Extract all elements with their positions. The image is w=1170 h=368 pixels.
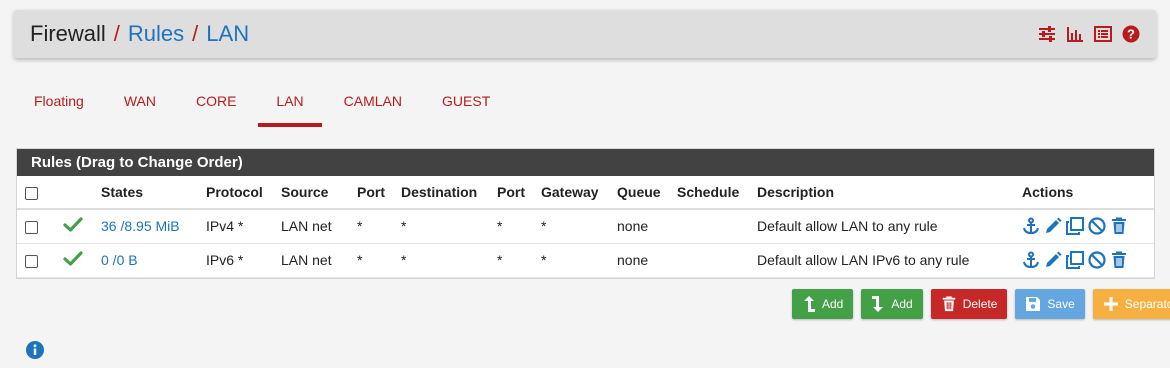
dest-port-cell: *: [489, 243, 533, 278]
breadcrumb: Firewall / Rules / LAN: [30, 21, 249, 47]
breadcrumb-separator: /: [192, 21, 199, 46]
row-select-cell: [17, 209, 55, 244]
help-icon[interactable]: ?: [1122, 25, 1140, 43]
row-checkbox[interactable]: [25, 221, 38, 235]
rules-panel: Rules (Drag to Change Order) States Prot…: [16, 148, 1155, 279]
plus-icon: [1103, 296, 1119, 312]
destination-cell: *: [393, 209, 489, 244]
edit-pencil-icon[interactable]: [1044, 217, 1062, 235]
rules-table: States Protocol Source Port Destination …: [17, 176, 1154, 278]
dest-port-cell: *: [489, 209, 533, 244]
tab-floating[interactable]: Floating: [16, 80, 102, 127]
breadcrumb-rules-link[interactable]: Rules: [128, 21, 184, 47]
arrow-down-icon: [871, 295, 885, 313]
header-icons: ?: [1038, 25, 1140, 43]
destination-cell: *: [393, 243, 489, 278]
column-header-protocol[interactable]: Protocol: [198, 176, 273, 210]
actions-cell: [1014, 243, 1154, 278]
status-cell: [55, 243, 93, 278]
states-cell: 36 /8.95 MiB: [93, 209, 198, 244]
status-header: [55, 176, 93, 210]
add-bottom-label: Add: [891, 297, 913, 311]
trash-icon[interactable]: [1110, 217, 1128, 235]
protocol-cell: IPv6 *: [198, 243, 273, 278]
tab-lan[interactable]: LAN: [258, 80, 322, 127]
panel-title: Rules (Drag to Change Order): [17, 149, 1154, 176]
column-header-source[interactable]: Source: [273, 176, 349, 210]
disable-ban-icon[interactable]: [1088, 217, 1106, 235]
actions-cell: [1014, 209, 1154, 244]
column-header-dest-port[interactable]: Port: [489, 176, 533, 210]
breadcrumb-separator: /: [113, 21, 120, 46]
table-row[interactable]: 36 /8.95 MiB IPv4 * LAN net * * * * none…: [17, 209, 1154, 244]
copy-icon[interactable]: [1066, 217, 1084, 236]
save-disk-icon: [1025, 296, 1041, 312]
source-port-cell: *: [349, 209, 393, 244]
schedule-cell: [669, 209, 749, 244]
row-checkbox[interactable]: [25, 254, 38, 268]
tab-guest[interactable]: GUEST: [424, 80, 508, 127]
delete-label: Delete: [962, 297, 998, 311]
protocol-cell: IPv4 *: [198, 209, 273, 244]
breadcrumb-lan-link[interactable]: LAN: [206, 21, 249, 47]
source-cell: LAN net: [273, 209, 349, 244]
gateway-cell: *: [533, 209, 609, 244]
svg-text:?: ?: [1127, 27, 1135, 42]
tab-camlan[interactable]: CAMLAN: [326, 80, 420, 127]
bar-chart-icon[interactable]: [1066, 25, 1084, 43]
column-header-queue[interactable]: Queue: [609, 176, 669, 210]
source-port-cell: *: [349, 243, 393, 278]
row-select-cell: [17, 243, 55, 278]
sliders-icon[interactable]: [1038, 25, 1056, 43]
states-link[interactable]: 36 /8.95 MiB: [101, 218, 180, 234]
delete-button[interactable]: Delete: [930, 289, 1008, 319]
list-icon[interactable]: [1094, 25, 1112, 43]
disable-ban-icon[interactable]: [1088, 251, 1106, 269]
description-cell: Default allow LAN to any rule: [749, 209, 1014, 244]
tab-core[interactable]: CORE: [178, 80, 254, 127]
check-icon: [63, 250, 83, 270]
breadcrumb-firewall: Firewall: [30, 21, 106, 46]
add-rule-top-button[interactable]: Add: [792, 289, 854, 319]
add-separator-button[interactable]: Separator: [1092, 289, 1170, 319]
tab-wan[interactable]: WAN: [106, 80, 174, 127]
anchor-icon[interactable]: [1022, 217, 1040, 235]
source-cell: LAN net: [273, 243, 349, 278]
column-header-states[interactable]: States: [93, 176, 198, 210]
interface-tabs: Floating WAN CORE LAN CAMLAN GUEST: [16, 80, 512, 127]
column-header-source-port[interactable]: Port: [349, 176, 393, 210]
arrow-up-icon: [802, 295, 816, 313]
add-rule-bottom-button[interactable]: Add: [861, 289, 923, 319]
trash-icon: [941, 295, 957, 313]
table-row[interactable]: 0 /0 B IPv6 * LAN net * * * * none Defau…: [17, 243, 1154, 278]
save-button[interactable]: Save: [1015, 289, 1085, 319]
anchor-icon[interactable]: [1022, 251, 1040, 269]
copy-icon[interactable]: [1066, 251, 1084, 269]
states-link[interactable]: 0 /0 B: [101, 252, 138, 268]
save-label: Save: [1047, 297, 1075, 311]
rule-action-buttons: Add Add Delete Save Separator: [792, 289, 1170, 319]
column-header-schedule[interactable]: Schedule: [669, 176, 749, 210]
info-icon[interactable]: [25, 340, 45, 360]
column-header-gateway[interactable]: Gateway: [533, 176, 609, 210]
queue-cell: none: [609, 209, 669, 244]
queue-cell: none: [609, 243, 669, 278]
select-all-checkbox[interactable]: [25, 186, 38, 200]
page-header: Firewall / Rules / LAN ?: [14, 10, 1156, 58]
column-header-actions: Actions: [1014, 176, 1154, 210]
table-header-row: States Protocol Source Port Destination …: [17, 176, 1154, 210]
column-header-destination[interactable]: Destination: [393, 176, 489, 210]
gateway-cell: *: [533, 243, 609, 278]
edit-pencil-icon[interactable]: [1044, 251, 1062, 269]
status-cell: [55, 209, 93, 244]
check-icon: [63, 217, 83, 236]
column-header-description[interactable]: Description: [749, 176, 1014, 210]
select-all-header: [17, 176, 55, 210]
description-cell: Default allow LAN IPv6 to any rule: [749, 243, 1014, 278]
states-cell: 0 /0 B: [93, 243, 198, 278]
add-top-label: Add: [822, 297, 844, 311]
schedule-cell: [669, 243, 749, 278]
separator-label: Separator: [1124, 297, 1170, 311]
trash-icon[interactable]: [1110, 251, 1128, 269]
